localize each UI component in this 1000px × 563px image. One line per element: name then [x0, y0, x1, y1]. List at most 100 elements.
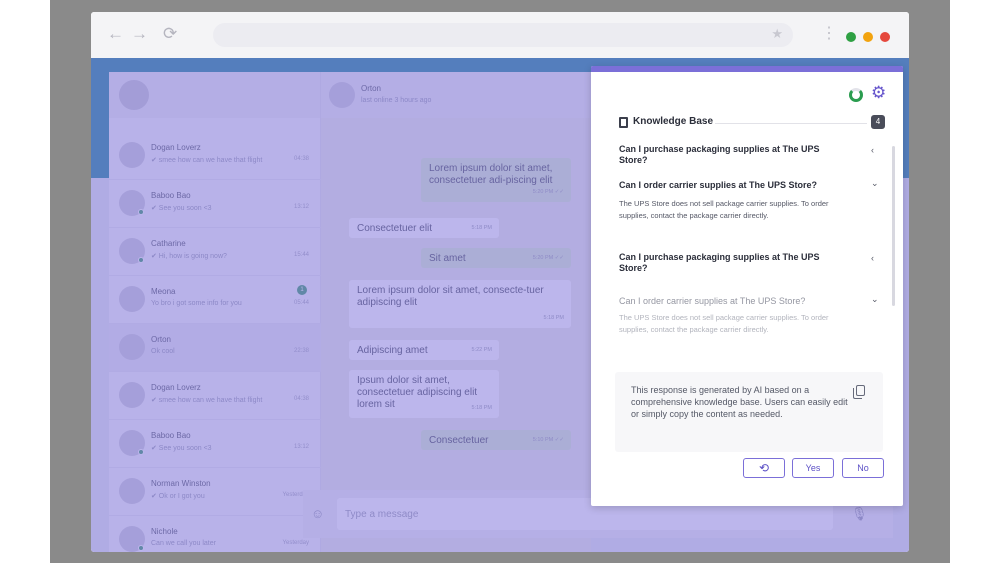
reload-icon[interactable]: ⟳ — [163, 24, 177, 44]
chat-pane: Orton last online 3 hours ago Lorem ipsu… — [321, 72, 591, 552]
chevron-down-icon[interactable]: ⌄ — [871, 294, 879, 305]
contact-preview: ✔ See you soon <3 — [151, 205, 212, 212]
contact-preview: Yo bro i got some info for you — [151, 300, 242, 307]
window-dot-green[interactable] — [846, 32, 856, 42]
divider — [715, 123, 867, 124]
contacts-sidebar: Dogan Loverz ✔ smee how can we have that … — [109, 72, 321, 552]
contact-name: Dogan Loverz — [151, 383, 201, 392]
contact-time: Yesterday — [282, 540, 309, 546]
message-time: 5:10 PM ✓✓ — [532, 437, 564, 443]
bookmark-star-icon[interactable]: ★ — [771, 26, 783, 42]
message-bubble-in: Consectetuer elit 5:18 PM — [349, 218, 499, 238]
faq-question[interactable]: Can I order carrier supplies at The UPS … — [619, 296, 849, 307]
contact-name: Orton — [151, 335, 172, 344]
message-time: 5:18 PM — [471, 225, 492, 231]
message-bubble-in: Lorem ipsum dolor sit amet, consecte-tue… — [349, 280, 571, 328]
contact-avatar — [119, 142, 145, 168]
contact-avatar — [119, 334, 145, 360]
contact-avatar[interactable] — [329, 82, 355, 108]
contact-row[interactable]: Baboo Bao ✔ See you soon <3 13:12 — [109, 180, 321, 228]
contact-avatar — [119, 478, 145, 504]
regenerate-button[interactable]: ⟲ — [743, 458, 785, 478]
chevron-down-icon[interactable]: ⌄ — [871, 178, 879, 189]
yes-button[interactable]: Yes — [792, 458, 834, 478]
microphone-icon[interactable]: 🎙 — [851, 506, 868, 522]
chevron-left-icon[interactable]: ‹ — [871, 253, 874, 263]
contact-preview: ✔ smee how can we have that flight — [151, 157, 263, 164]
message-bubble-in: Ipsum dolor sit amet, consectetuer adipi… — [349, 370, 499, 418]
contact-row[interactable]: Meona Yo bro i got some info for you 05:44… — [109, 276, 321, 324]
browser-toolbar: ← → ⟳ ★ ⋮ — [91, 12, 909, 58]
contact-name: Dogan Loverz — [151, 143, 201, 152]
contact-name: Catharine — [151, 239, 186, 248]
page-content: Dogan Loverz ✔ smee how can we have that … — [91, 58, 909, 552]
browser-window: ← → ⟳ ★ ⋮ Dogan Loverz ✔ smee how can we … — [91, 12, 909, 552]
ai-response-box[interactable]: This response is generated by AI based o… — [615, 372, 883, 452]
contact-preview: ✔ Hi, how is going now? — [151, 253, 227, 260]
chevron-left-icon[interactable]: ‹ — [871, 145, 874, 155]
contact-preview: ✔ Ok or I got you — [151, 493, 205, 500]
message-bubble-in: Adipiscing amet 5:22 PM — [349, 340, 499, 360]
message-time: 5:18 PM — [543, 315, 564, 321]
contact-row[interactable]: Dogan Loverz ✔ smee how can we have that … — [109, 132, 321, 180]
chat-header: Orton last online 3 hours ago — [321, 72, 591, 118]
page-backdrop: ← → ⟳ ★ ⋮ Dogan Loverz ✔ smee how can we … — [50, 0, 950, 563]
contact-preview: ✔ See you soon <3 — [151, 445, 212, 452]
contact-row[interactable]: Catharine ✔ Hi, how is going now? 15:44 — [109, 228, 321, 276]
contact-preview: Can we call you later — [151, 540, 216, 547]
faq-question[interactable]: Can I order carrier supplies at The UPS … — [619, 180, 849, 191]
window-dot-yellow[interactable] — [863, 32, 873, 42]
contact-avatar — [119, 382, 145, 408]
message-time: 5:18 PM — [471, 405, 492, 411]
messenger-app: Dogan Loverz ✔ smee how can we have that … — [109, 72, 591, 552]
contact-row[interactable]: Baboo Bao ✔ See you soon <3 13:12 — [109, 420, 321, 468]
faq-question[interactable]: Can I purchase packaging supplies at The… — [619, 144, 849, 166]
message-text: Lorem ipsum dolor sit amet, consecte-tue… — [357, 285, 544, 308]
knowledge-base-panel: ⚙ Knowledge Base 4 Can I purchase packag… — [591, 66, 903, 506]
window-dot-red[interactable] — [880, 32, 890, 42]
contact-row[interactable]: Nichole Can we call you later Yesterday — [109, 516, 321, 552]
contact-time: 22:38 — [293, 348, 309, 354]
faq-answer: The UPS Store does not sell package carr… — [619, 313, 829, 334]
faq-question[interactable]: Can I purchase packaging supplies at The… — [619, 252, 849, 274]
kb-count-badge: 4 — [871, 115, 885, 129]
faq-answer: The UPS Store does not sell package carr… — [619, 199, 829, 220]
online-indicator — [138, 545, 144, 551]
contact-row[interactable]: Norman Winston ✔ Ok or I got you Yesterday — [109, 468, 321, 516]
browser-menu-icon[interactable]: ⋮ — [821, 24, 837, 44]
copy-icon[interactable] — [853, 385, 865, 399]
contact-name: Norman Winston — [151, 479, 211, 488]
address-bar[interactable]: ★ — [213, 23, 793, 47]
contact-row[interactable]: Dogan Loverz ✔ smee how can we have that … — [109, 372, 321, 420]
message-text: Lorem ipsum dolor sit amet, consectetuer… — [429, 163, 553, 186]
kb-title: Knowledge Base — [633, 116, 714, 127]
contact-preview: Ok cool — [151, 348, 175, 355]
chat-contact-status: last online 3 hours ago — [361, 97, 432, 104]
message-time: 5:22 PM — [471, 347, 492, 353]
online-indicator — [138, 449, 144, 455]
contact-name: Meona — [151, 287, 176, 296]
emoji-icon[interactable]: ☺ — [311, 506, 324, 521]
message-time: 5:20 PM ✓✓ — [532, 255, 564, 261]
gear-icon[interactable]: ⚙ — [871, 84, 886, 102]
contact-time: 15:44 — [293, 252, 309, 258]
message-bubble-out: Consectetuer 5:10 PM ✓✓ — [421, 430, 571, 450]
contact-avatar — [119, 286, 145, 312]
forward-icon[interactable]: → — [131, 24, 148, 44]
contact-preview: ✔ smee how can we have that flight — [151, 397, 263, 404]
sidebar-header — [109, 72, 320, 118]
message-bubble-out: Lorem ipsum dolor sit amet, consectetuer… — [421, 158, 571, 202]
list-fade — [591, 336, 891, 366]
back-icon[interactable]: ← — [107, 24, 124, 44]
chat-contact-name: Orton — [361, 84, 382, 93]
online-indicator — [138, 257, 144, 263]
faq-list: Can I purchase packaging supplies at The… — [591, 144, 891, 364]
my-avatar[interactable] — [119, 80, 149, 110]
contact-row[interactable]: Orton Ok cool 22:38 — [109, 324, 321, 372]
faq-scrollbar[interactable] — [892, 146, 895, 306]
contact-time: 13:12 — [293, 444, 309, 450]
contact-name: Baboo Bao — [151, 431, 191, 440]
message-bubble-out: Sit amet 5:20 PM ✓✓ — [421, 248, 571, 268]
no-button[interactable]: No — [842, 458, 884, 478]
contact-name: Baboo Bao — [151, 191, 191, 200]
